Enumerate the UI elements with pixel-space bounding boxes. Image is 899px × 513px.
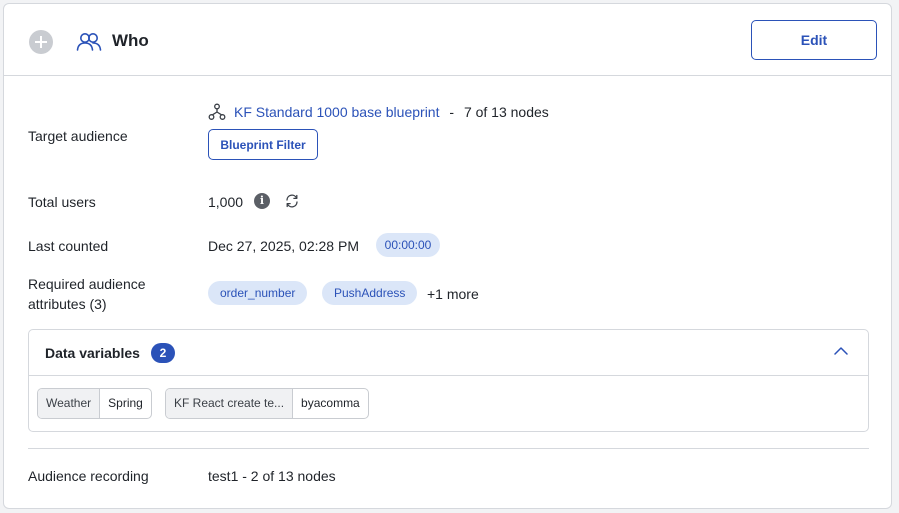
card-header: Who Edit: [4, 4, 891, 76]
data-variable-key: KF React create te...: [166, 389, 294, 418]
data-variable-value: Spring: [108, 396, 143, 410]
refresh-icon[interactable]: [284, 193, 300, 209]
audience-recording-value: test1 - 2 of 13 nodes: [208, 468, 336, 484]
data-variable-value: byacomma: [301, 396, 360, 410]
plus-circle-icon[interactable]: [29, 30, 53, 54]
last-counted-label: Last counted: [28, 238, 109, 254]
target-audience-label: Target audience: [28, 128, 128, 144]
audience-recording-label: Audience recording: [28, 468, 149, 484]
more-attributes-link[interactable]: +1 more: [427, 286, 479, 302]
last-counted-value: Dec 27, 2025, 02:28 PM: [208, 238, 359, 254]
required-attributes-label-line2: attributes (3): [28, 296, 107, 312]
data-variables-title: Data variables: [45, 345, 140, 361]
divider: [28, 448, 869, 449]
info-icon[interactable]: i: [254, 193, 270, 209]
total-users-label: Total users: [28, 194, 96, 210]
blueprint-separator: -: [449, 104, 455, 120]
blueprint-line: KF Standard 1000 base blueprint - 7 of 1…: [234, 104, 549, 120]
blueprint-filter-button[interactable]: Blueprint Filter: [208, 129, 318, 160]
data-variable-chip: Weather Spring: [37, 388, 152, 419]
data-variables-panel: Data variables 2 Weather Spring KF React…: [28, 329, 869, 432]
blueprint-link[interactable]: KF Standard 1000 base blueprint: [234, 104, 439, 120]
who-card: Who Edit Target audience KF Standard 100…: [3, 3, 892, 509]
data-variables-count-badge: 2: [151, 343, 175, 363]
attribute-pill: order_number: [208, 281, 308, 305]
data-variables-header[interactable]: Data variables 2: [29, 330, 868, 376]
timer-badge: 00:00:00: [376, 233, 440, 257]
edit-button[interactable]: Edit: [751, 20, 877, 60]
required-attributes-label-line1: Required audience: [28, 276, 146, 292]
blueprint-node-info: 7 of 13 nodes: [463, 104, 549, 120]
data-variable-chip: KF React create te... byacomma: [165, 388, 369, 419]
section-title: Who: [112, 31, 149, 50]
blueprint-tree-icon: [208, 103, 226, 120]
users-icon: [76, 33, 102, 51]
chevron-up-icon[interactable]: [834, 346, 848, 356]
data-variable-key: Weather: [38, 389, 101, 418]
total-users-value: 1,000: [208, 194, 244, 210]
attribute-pill: PushAddress: [322, 281, 418, 305]
